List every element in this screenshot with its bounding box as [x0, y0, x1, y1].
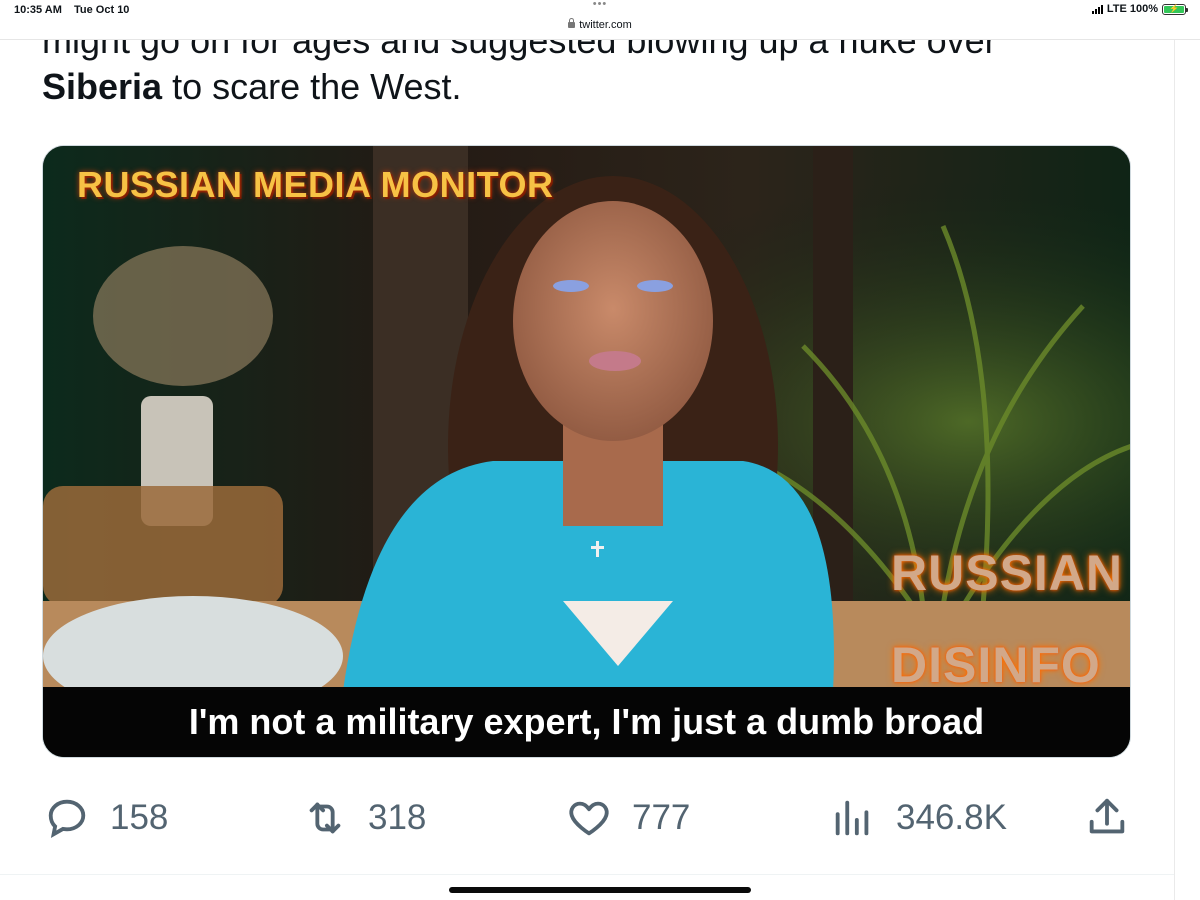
like-button[interactable]: 777 [566, 790, 690, 846]
multitasking-dots-icon[interactable]: ••• [0, 0, 1200, 10]
tweet-text-line2: Siberia to scare the West. [42, 64, 462, 110]
watermark-russian: RUSSIAN [891, 545, 1124, 601]
hashtag-highlight: Siberia [42, 66, 163, 107]
views-icon [835, 800, 869, 836]
reply-count: 158 [110, 798, 169, 837]
retweet-count: 318 [368, 798, 427, 837]
media-title-overlay: RUSSIAN MEDIA MONITOR [77, 164, 554, 205]
battery-icon: ⚡ [1162, 3, 1188, 15]
reply-icon [48, 799, 86, 839]
subtitle-bar: I'm not a military expert, I'm just a du… [43, 687, 1130, 757]
tweet-action-bar: 158 318 777 346.8K [0, 790, 1200, 850]
heart-icon [569, 801, 609, 836]
like-count: 777 [632, 798, 691, 837]
tweet-media-video[interactable]: RUSSIAN MEDIA MONITOR RUSSIAN DISINFO I'… [42, 145, 1131, 758]
views-count: 346.8K [896, 798, 1007, 837]
url-text: twitter.com [579, 19, 632, 31]
share-button[interactable] [1084, 790, 1130, 846]
address-bar[interactable]: twitter.com [0, 18, 1200, 31]
tweet-text-line2-rest: to scare the West. [162, 66, 462, 107]
status-indicators: LTE 100% ⚡ [1091, 3, 1188, 15]
watermark-disinfo: DISINFO [891, 637, 1101, 693]
status-bar: 10:35 AM Tue Oct 10 ••• twitter.com LTE … [0, 0, 1200, 40]
home-indicator[interactable] [449, 887, 751, 893]
network-status: LTE 100% [1106, 3, 1158, 15]
retweet-button[interactable]: 318 [302, 790, 426, 846]
retweet-icon [309, 802, 341, 834]
scroll-divider [1174, 40, 1175, 900]
share-icon [1089, 798, 1125, 834]
reply-button[interactable]: 158 [44, 790, 168, 846]
lock-icon [568, 18, 576, 28]
tweet-divider [0, 874, 1174, 875]
views-button[interactable]: 346.8K [830, 790, 1007, 846]
subtitle-text: I'm not a military expert, I'm just a du… [188, 701, 985, 742]
signal-icon [1091, 4, 1103, 14]
